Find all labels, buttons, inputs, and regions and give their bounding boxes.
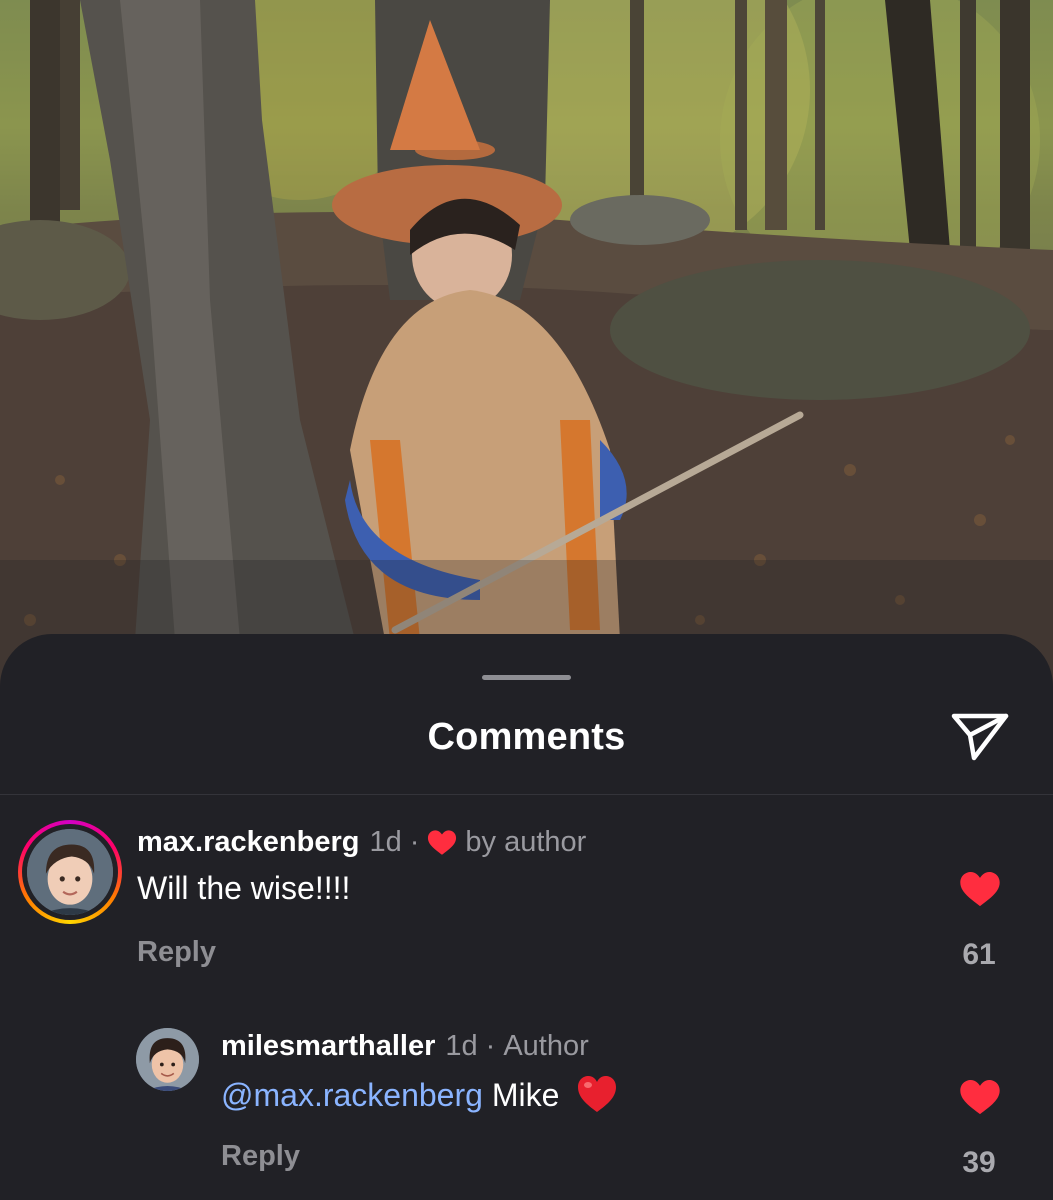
- reply-item: milesmarthaller 1d · Author @max.rackenb…: [0, 1022, 1053, 1192]
- paper-plane-icon: [951, 713, 1009, 761]
- red-heart-emoji: [578, 1076, 617, 1112]
- comment-meta: max.rackenberg 1d · by author: [137, 826, 586, 859]
- meta-separator: ·: [409, 826, 420, 858]
- avatar-image: [136, 1028, 199, 1091]
- reply-button[interactable]: Reply: [137, 936, 216, 969]
- comments-sheet: Comments max.rackenberg 1d · by author W…: [0, 634, 1053, 1200]
- post-photo: [0, 0, 1053, 700]
- sheet-divider: [0, 794, 1053, 795]
- like-count[interactable]: 39: [940, 1146, 1018, 1180]
- comment-text: Will the wise!!!!: [137, 870, 351, 906]
- like-heart-icon[interactable]: [959, 870, 1001, 908]
- avatar[interactable]: [136, 1028, 199, 1091]
- forest-scene: [0, 0, 1053, 700]
- story-ring[interactable]: [18, 820, 122, 924]
- like-heart-icon[interactable]: [959, 1078, 1001, 1116]
- reply-time: 1d: [445, 1030, 478, 1062]
- reply-meta: milesmarthaller 1d · Author: [221, 1030, 589, 1063]
- comment-item: max.rackenberg 1d · by author Will the w…: [0, 818, 1053, 978]
- reply-body: Mike: [491, 1077, 560, 1113]
- mention-link[interactable]: @max.rackenberg: [221, 1077, 483, 1113]
- like-count[interactable]: 61: [940, 938, 1018, 972]
- avatar-image: [27, 829, 113, 915]
- comment-username[interactable]: max.rackenberg: [137, 826, 359, 859]
- reply-text: @max.rackenberg Mike: [221, 1074, 618, 1114]
- share-button[interactable]: [946, 708, 1014, 764]
- sheet-drag-handle[interactable]: [482, 675, 571, 680]
- meta-separator: ·: [485, 1030, 496, 1062]
- comment-time: 1d: [369, 826, 402, 858]
- heart-icon: [428, 830, 457, 855]
- liked-by-author-label: by author: [465, 826, 587, 858]
- sheet-title: Comments: [427, 716, 626, 758]
- reply-username[interactable]: milesmarthaller: [221, 1030, 435, 1063]
- avatar[interactable]: [27, 829, 113, 915]
- reply-button[interactable]: Reply: [221, 1140, 300, 1173]
- author-badge: Author: [503, 1030, 589, 1062]
